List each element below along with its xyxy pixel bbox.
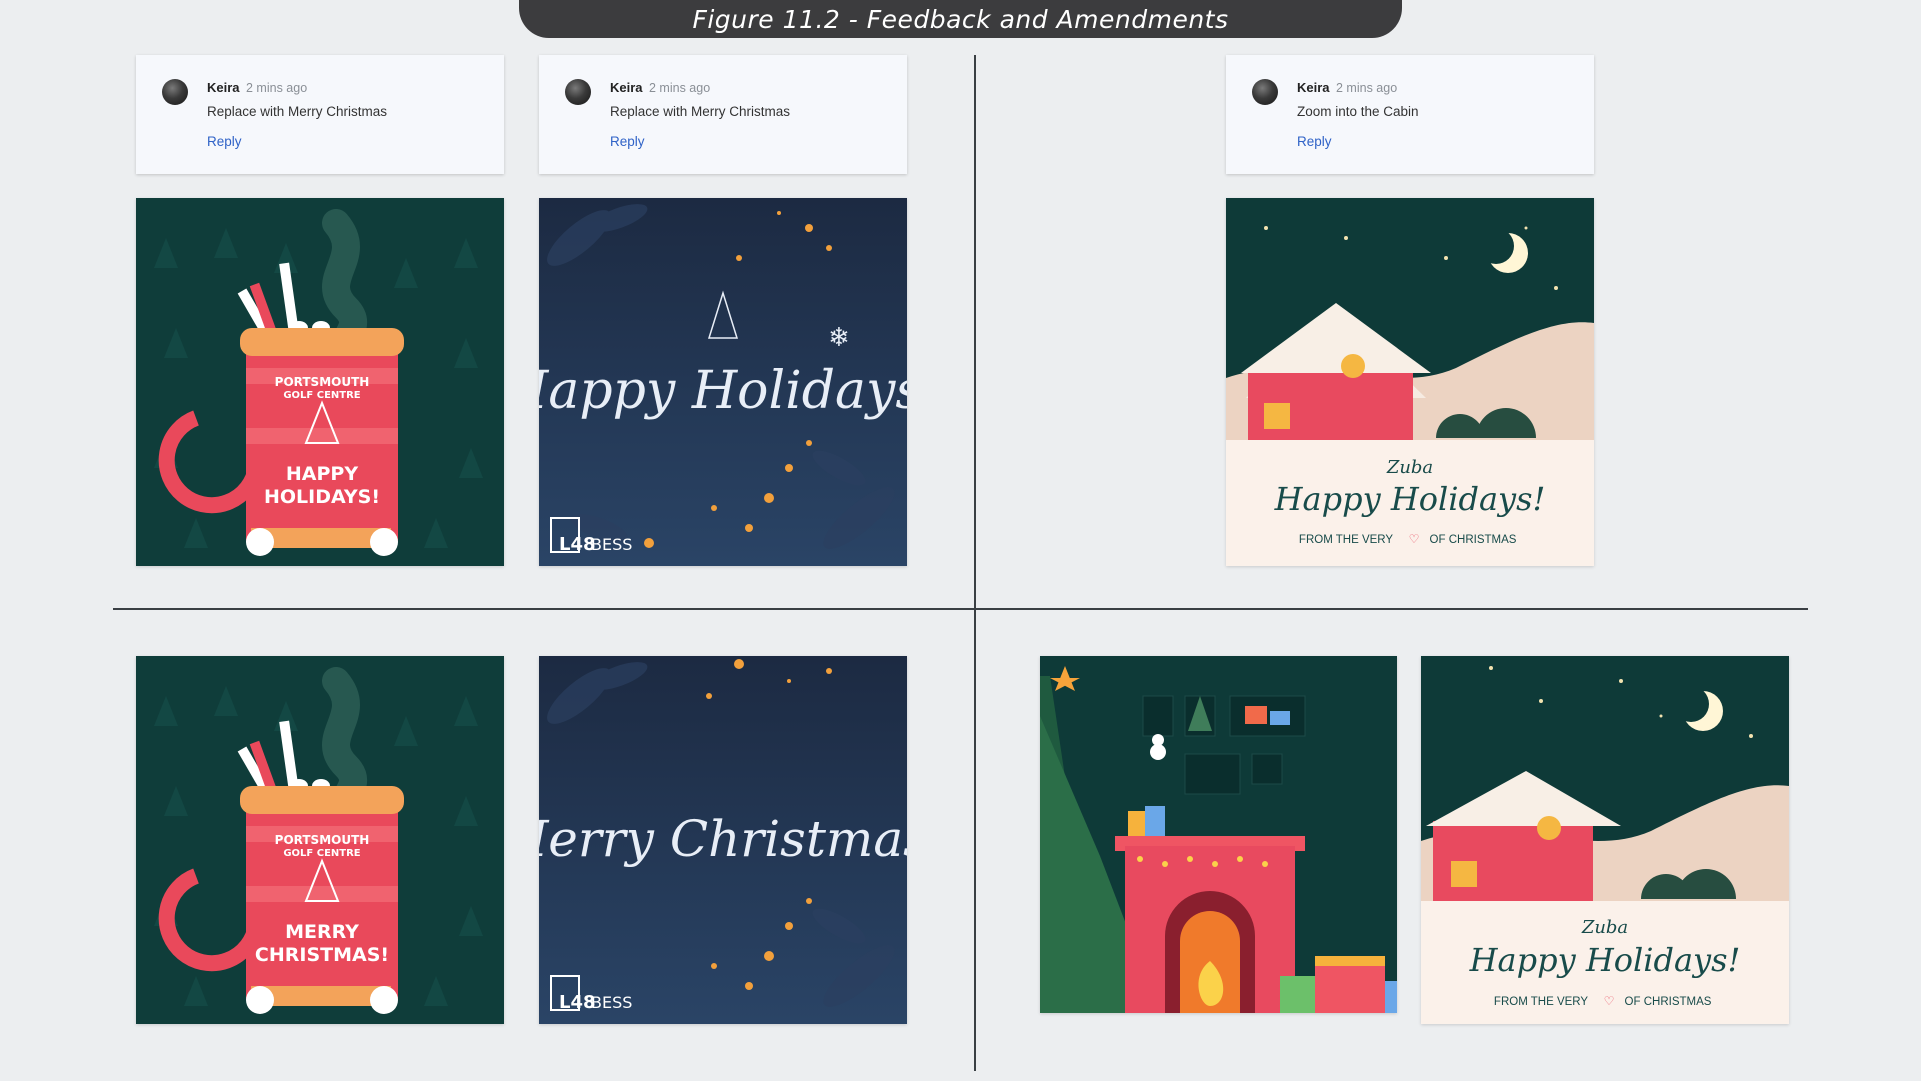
mug-illustration: PORTSMOUTH GOLF CENTRE MERRY CHRISTMAS!: [136, 656, 504, 1024]
greeting-script: Happy Holidays!: [1274, 480, 1546, 518]
comment-author: Keira: [610, 80, 643, 95]
night-card-after: Merry Christmas! L48 BESS: [539, 656, 907, 1024]
comment-author: Keira: [1297, 80, 1330, 95]
tagline-left: FROM THE VERY: [1299, 534, 1393, 546]
night-card-before: Happy Holidays! ❄ L48 BESS: [539, 198, 907, 566]
comment-author: Keira: [207, 80, 240, 95]
avatar: [565, 79, 591, 105]
greeting-line1: HAPPY: [286, 463, 358, 485]
tagline-right: OF CHRISTMAS: [1430, 534, 1517, 546]
reply-link[interactable]: Reply: [610, 134, 645, 149]
mug-card-before: PORTSMOUTH GOLF CENTRE HAPPY HOLIDAYS!: [136, 198, 504, 566]
mug-illustration: PORTSMOUTH GOLF CENTRE HAPPY HOLIDAYS!: [136, 198, 504, 566]
brand-logo: Zuba: [1581, 917, 1628, 938]
comment-time: 2 mins ago: [1336, 81, 1398, 95]
snowflake-icon: ❄: [828, 322, 850, 352]
brand-line2: GOLF CENTRE: [283, 390, 360, 401]
logo-text: BESS: [591, 535, 632, 554]
greeting-line2: CHRISTMAS!: [255, 944, 389, 966]
horizontal-divider: [113, 608, 1808, 610]
comment-text: Zoom into the Cabin: [1297, 104, 1419, 119]
window-icon: [1451, 861, 1477, 887]
avatar: [1252, 79, 1278, 105]
comment-card-2: Keira 2 mins ago Replace with Merry Chri…: [539, 55, 907, 174]
greeting-script: Happy Holidays!: [539, 361, 907, 421]
heart-icon: ♡: [1409, 532, 1420, 546]
avatar: [162, 79, 188, 105]
night-illustration: Merry Christmas! L48 BESS: [539, 656, 907, 1024]
cabin-card-after: Zuba Happy Holidays! FROM THE VERY ♡ OF …: [1421, 656, 1789, 1024]
brand-line2: GOLF CENTRE: [283, 848, 360, 859]
cabin-illustration: Zuba Happy Holidays! FROM THE VERY ♡ OF …: [1421, 656, 1789, 1024]
tagline-right: OF CHRISTMAS: [1625, 996, 1712, 1008]
logo-text: BESS: [591, 993, 632, 1012]
tagline-left: FROM THE VERY: [1494, 996, 1588, 1008]
reply-link[interactable]: Reply: [1297, 134, 1332, 149]
brand-logo: Zuba: [1386, 457, 1433, 478]
window-icon: [1264, 403, 1290, 429]
comment-time: 2 mins ago: [649, 81, 711, 95]
comment-card-3: Keira 2 mins ago Zoom into the Cabin Rep…: [1226, 55, 1594, 174]
vertical-divider: [974, 55, 976, 1071]
cabin-illustration: Zuba Happy Holidays! FROM THE VERY ♡ OF …: [1226, 198, 1594, 566]
brand-line1: PORTSMOUTH: [275, 375, 370, 389]
comment-card-1: Keira 2 mins ago Replace with Merry Chri…: [136, 55, 504, 174]
comment-text: Replace with Merry Christmas: [207, 104, 388, 119]
greeting-line2: HOLIDAYS!: [264, 486, 380, 508]
brand-line1: PORTSMOUTH: [275, 833, 370, 847]
comment-text: Replace with Merry Christmas: [610, 104, 791, 119]
reply-link[interactable]: Reply: [207, 134, 242, 149]
heart-icon: ♡: [1604, 994, 1615, 1008]
night-illustration: Happy Holidays! ❄ L48 BESS: [539, 198, 907, 566]
greeting-script: Happy Holidays!: [1469, 941, 1741, 979]
comment-time: 2 mins ago: [246, 81, 308, 95]
fireplace-illustration: [1040, 656, 1397, 1013]
figure-title: Figure 11.2 - Feedback and Amendments: [519, 0, 1402, 38]
greeting-line1: MERRY: [285, 921, 359, 943]
greeting-script: Merry Christmas!: [539, 810, 907, 868]
cabin-card-before: Zuba Happy Holidays! FROM THE VERY ♡ OF …: [1226, 198, 1594, 566]
fireplace-card: [1040, 656, 1397, 1013]
mug-card-after: PORTSMOUTH GOLF CENTRE MERRY CHRISTMAS!: [136, 656, 504, 1024]
